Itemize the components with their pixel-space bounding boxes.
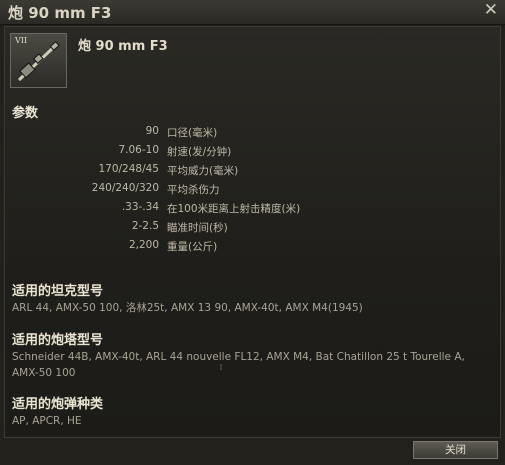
turrets-heading: 适用的炮塔型号 <box>12 333 104 348</box>
param-row: 240/240/320 平均杀伤力 <box>0 182 505 201</box>
param-value: 7.06-10 <box>118 144 159 156</box>
param-row: 2,200 重量(公斤) <box>0 239 505 258</box>
title-bar[interactable]: 炮 90 mm F3 ✕ <box>0 0 505 25</box>
shells-list: AP, APCR, HE <box>12 415 82 427</box>
tier-label: VII <box>15 36 28 45</box>
tanks-list: ARL 44, AMX-50 100, 洛林25t, AMX 13 90, AM… <box>12 302 363 314</box>
close-icon[interactable]: ✕ <box>484 0 498 20</box>
close-button[interactable]: 关闭 <box>413 441 498 459</box>
param-value: 170/248/45 <box>98 163 159 175</box>
param-value: 240/240/320 <box>91 182 159 194</box>
gun-name: 炮 90 mm F3 <box>78 39 168 54</box>
module-info-window: 炮 90 mm F3 ✕ VII 炮 90 mm F3 参数 90 口径(毫米)… <box>0 0 505 465</box>
param-label: 平均杀伤力 <box>167 184 220 196</box>
gun-icon: VII <box>10 33 67 88</box>
param-row: 170/248/45 平均威力(毫米) <box>0 163 505 182</box>
param-label: 在100米距离上射击精度(米) <box>167 203 301 215</box>
shells-heading: 适用的炮弹种类 <box>12 397 104 412</box>
param-label: 平均威力(毫米) <box>167 165 239 177</box>
param-row: 90 口径(毫米) <box>0 125 505 144</box>
param-label: 射速(发/分钟) <box>167 146 232 158</box>
tanks-heading: 适用的坦克型号 <box>12 284 104 299</box>
param-label: 重量(公斤) <box>167 241 218 253</box>
param-value: 2-2.5 <box>131 220 159 232</box>
param-value: .33-.34 <box>121 201 159 213</box>
param-value: 90 <box>145 125 159 137</box>
param-row: 7.06-10 射速(发/分钟) <box>0 144 505 163</box>
param-row: .33-.34 在100米距离上射击精度(米) <box>0 201 505 220</box>
params-table: 90 口径(毫米) 7.06-10 射速(发/分钟) 170/248/45 平均… <box>0 125 505 258</box>
param-value: 2,200 <box>128 239 159 251</box>
params-heading: 参数 <box>12 106 39 121</box>
text-cursor-icon <box>220 364 222 370</box>
turrets-list: Schneider 44B, AMX-40t, ARL 44 nouvelle … <box>12 351 465 379</box>
param-label: 瞄准时间(秒) <box>167 222 228 234</box>
param-label: 口径(毫米) <box>167 127 218 139</box>
param-row: 2-2.5 瞄准时间(秒) <box>0 220 505 239</box>
window-title: 炮 90 mm F3 <box>8 4 112 22</box>
